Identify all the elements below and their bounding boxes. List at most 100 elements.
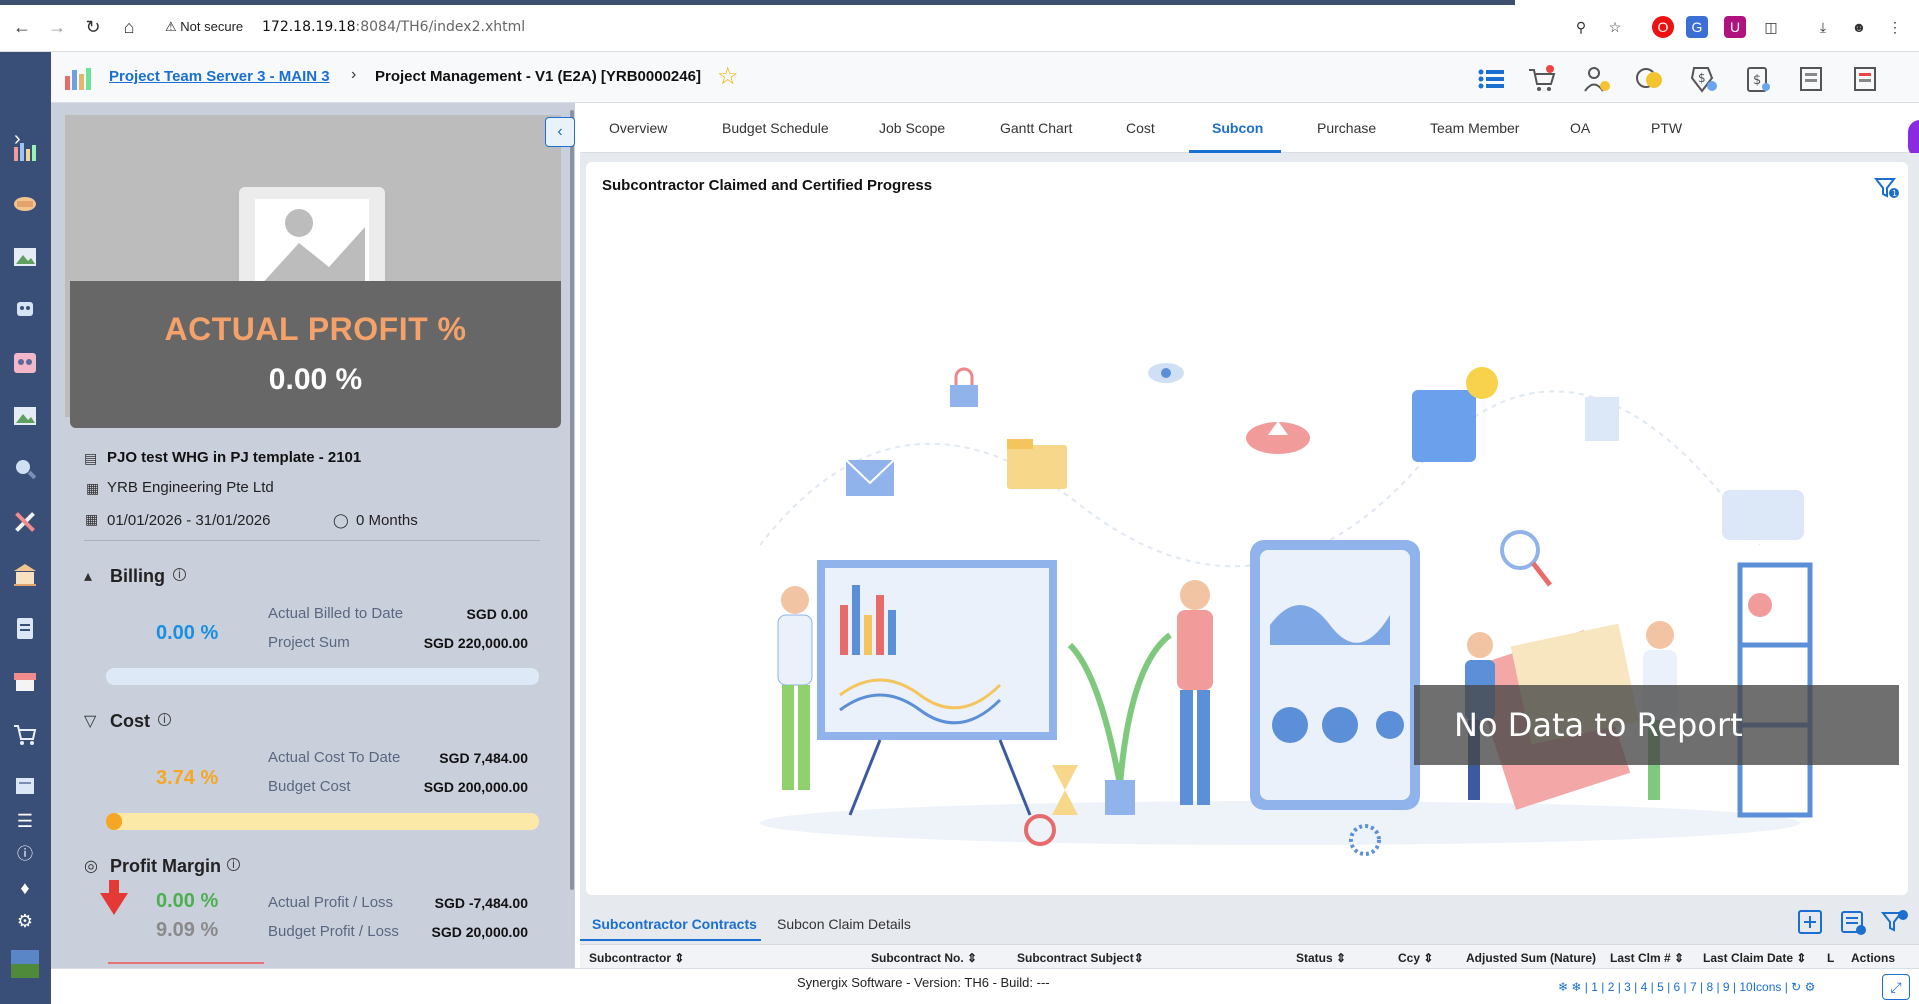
photo-icon[interactable] — [11, 402, 39, 430]
actual-profit-label: Actual Profit / Loss — [268, 894, 394, 911]
search-person-icon[interactable] — [11, 455, 39, 483]
red-report-icon[interactable] — [1850, 64, 1882, 94]
forward-icon[interactable]: → — [46, 16, 68, 38]
store-icon[interactable] — [11, 667, 39, 695]
bookmark-star-icon[interactable]: ☆ — [1604, 16, 1626, 38]
col-ccy-label: Ccy — [1398, 951, 1421, 965]
user-coin-icon[interactable] — [1580, 64, 1612, 94]
breadcrumb-separator: › — [351, 66, 357, 83]
project-chart-logo-icon — [65, 68, 91, 90]
image-gallery-icon[interactable] — [11, 243, 39, 271]
left-panel-scrollbar[interactable] — [570, 110, 574, 890]
actual-margin-percent: 0.00 % — [156, 890, 219, 912]
team-icon[interactable] — [11, 349, 39, 377]
col-status[interactable]: Status ⇕ — [1296, 951, 1346, 965]
profile-icon[interactable]: ☻ — [1848, 16, 1870, 38]
project-card-icon: ▤ — [84, 450, 98, 466]
list-view-icon[interactable] — [1475, 64, 1507, 94]
zoom-icon[interactable]: ⚲ — [1570, 16, 1592, 38]
dollar-clipboard-icon[interactable]: $ — [1742, 64, 1774, 94]
actual-profit-value: SGD -7,484.00 — [434, 895, 528, 911]
billing-actual-label: Actual Billed to Date — [268, 605, 404, 622]
opera-extension-icon[interactable]: O — [1652, 16, 1674, 38]
tab-purchase[interactable]: Purchase — [1317, 120, 1376, 136]
col-last-clm[interactable]: Last Clm # ⇕ — [1610, 951, 1684, 965]
user-avatar[interactable] — [11, 950, 39, 978]
browser-menu-icon[interactable]: ⋮ — [1884, 16, 1906, 38]
collapse-panel-button[interactable]: ‹ — [545, 117, 575, 147]
col-l-label: L — [1827, 951, 1835, 965]
actual-profit-value: 0.00 % — [268, 363, 363, 396]
col-adjusted-sum[interactable]: Adjusted Sum (Nature) — [1466, 951, 1596, 965]
tab-oa[interactable]: OA — [1570, 120, 1590, 136]
col-subcontract-subject[interactable]: Subcontract Subject⇕ — [1017, 951, 1144, 965]
translate-extension-icon[interactable]: G — [1686, 16, 1708, 38]
down-arrow-icon — [100, 893, 128, 915]
cost-actual-value: SGD 7,484.00 — [439, 750, 528, 766]
handshake-icon[interactable] — [11, 190, 39, 218]
url-path: :8084/TH6/index2.xhtml — [355, 19, 526, 35]
report-book-icon[interactable] — [1796, 64, 1828, 94]
tab-subcon[interactable]: Subcon — [1212, 120, 1263, 136]
cart-icon[interactable] — [11, 720, 39, 748]
shield-extension-icon[interactable]: U — [1724, 16, 1746, 38]
tab-team-member[interactable]: Team Member — [1430, 120, 1519, 136]
col-last-claim-date[interactable]: Last Claim Date ⇕ — [1703, 951, 1806, 965]
col-subcontract-subject-label: Subcontract Subject — [1017, 951, 1134, 965]
address-bar[interactable]: 172.18.19.18:8084/TH6/index2.xhtml — [262, 19, 525, 35]
settings-gear-icon[interactable]: ⚙ — [14, 910, 36, 932]
tab-budget-schedule[interactable]: Budget Schedule — [722, 120, 829, 136]
chart-title: Subcontractor Claimed and Certified Prog… — [602, 177, 933, 194]
grid-filter-icon[interactable] — [1880, 908, 1910, 936]
icon-set-link-list[interactable]: | 1 | 2 | 3 | 4 | 5 | 6 | 7 | 8 | 9 | 10… — [1585, 980, 1788, 994]
browser-toolbar: ← → ↻ ⌂ ⚠ Not secure 172.18.19.18:8084/T… — [0, 0, 1919, 52]
reload-icon[interactable]: ↻ — [82, 16, 104, 38]
security-warning[interactable]: ⚠ Not secure — [165, 19, 243, 35]
billing-info-icon[interactable]: i — [173, 568, 186, 581]
active-subtab-indicator — [580, 939, 761, 941]
profit-margin-info-icon[interactable]: i — [227, 858, 240, 871]
cost-progress-fill — [106, 813, 123, 830]
icon-set-links[interactable]: ❄ ❄ | 1 | 2 | 3 | 4 | 5 | 6 | 7 | 8 | 9 … — [1558, 980, 1815, 994]
coins-icon[interactable] — [1634, 64, 1666, 94]
tab-overview[interactable]: Overview — [609, 120, 667, 136]
duration-shield-icon: ◯ — [333, 512, 349, 528]
cart-badge-icon[interactable] — [1526, 64, 1558, 94]
fullscreen-expand-icon[interactable]: ⤢ — [1882, 974, 1910, 1000]
cost-info-icon[interactable]: i — [158, 713, 171, 726]
svg-text:$: $ — [1753, 73, 1761, 88]
project-image-box: ACTUAL PROFIT % 0.00 % — [65, 115, 561, 428]
add-record-icon[interactable] — [1795, 908, 1825, 936]
tools-icon[interactable] — [11, 508, 39, 536]
col-subcontract-no[interactable]: Subcontract No. ⇕ — [871, 951, 977, 965]
col-subcontractor-label: Subcontractor — [589, 951, 672, 965]
download-icon[interactable]: ⤓ — [1812, 16, 1834, 38]
column-chooser-icon[interactable] — [1838, 908, 1868, 936]
col-ccy[interactable]: Ccy ⇕ — [1398, 951, 1433, 965]
tab-ptw[interactable]: PTW — [1651, 120, 1682, 136]
col-subcontractor[interactable]: Subcontractor ⇕ — [589, 951, 684, 965]
notification-bell-icon[interactable]: ♦ — [14, 877, 36, 899]
robot-icon[interactable] — [11, 296, 39, 324]
subtab-subcontractor-contracts[interactable]: Subcontractor Contracts — [592, 916, 757, 932]
profit-margin-bar — [108, 962, 264, 964]
projects-chart-icon[interactable] — [11, 137, 39, 165]
documents-icon[interactable] — [11, 772, 39, 800]
tab-gantt-chart[interactable]: Gantt Chart — [1000, 120, 1072, 136]
tab-cost[interactable]: Cost — [1126, 120, 1155, 136]
extensions-puzzle-icon[interactable]: ◫ — [1760, 16, 1782, 38]
breadcrumb-server-link[interactable]: Project Team Server 3 - MAIN 3 — [109, 68, 330, 85]
back-icon[interactable]: ← — [11, 16, 33, 38]
help-icon[interactable]: ⓘ — [14, 844, 36, 866]
col-subcontract-no-label: Subcontract No. — [871, 951, 964, 965]
menu-hamburger-icon[interactable]: ☰ — [14, 810, 36, 832]
chart-filter-icon[interactable]: 1 — [1874, 176, 1900, 200]
dollar-shield-icon[interactable]: $ — [1688, 64, 1720, 94]
favorite-star-icon[interactable]: ☆ — [717, 62, 739, 91]
home-icon[interactable]: ⌂ — [118, 16, 140, 38]
subtab-subcon-claim-details[interactable]: Subcon Claim Details — [777, 916, 911, 932]
bank-icon[interactable] — [11, 561, 39, 589]
col-l[interactable]: L — [1827, 951, 1834, 965]
clipboard-icon[interactable] — [11, 614, 39, 642]
tab-job-scope[interactable]: Job Scope — [879, 120, 945, 136]
